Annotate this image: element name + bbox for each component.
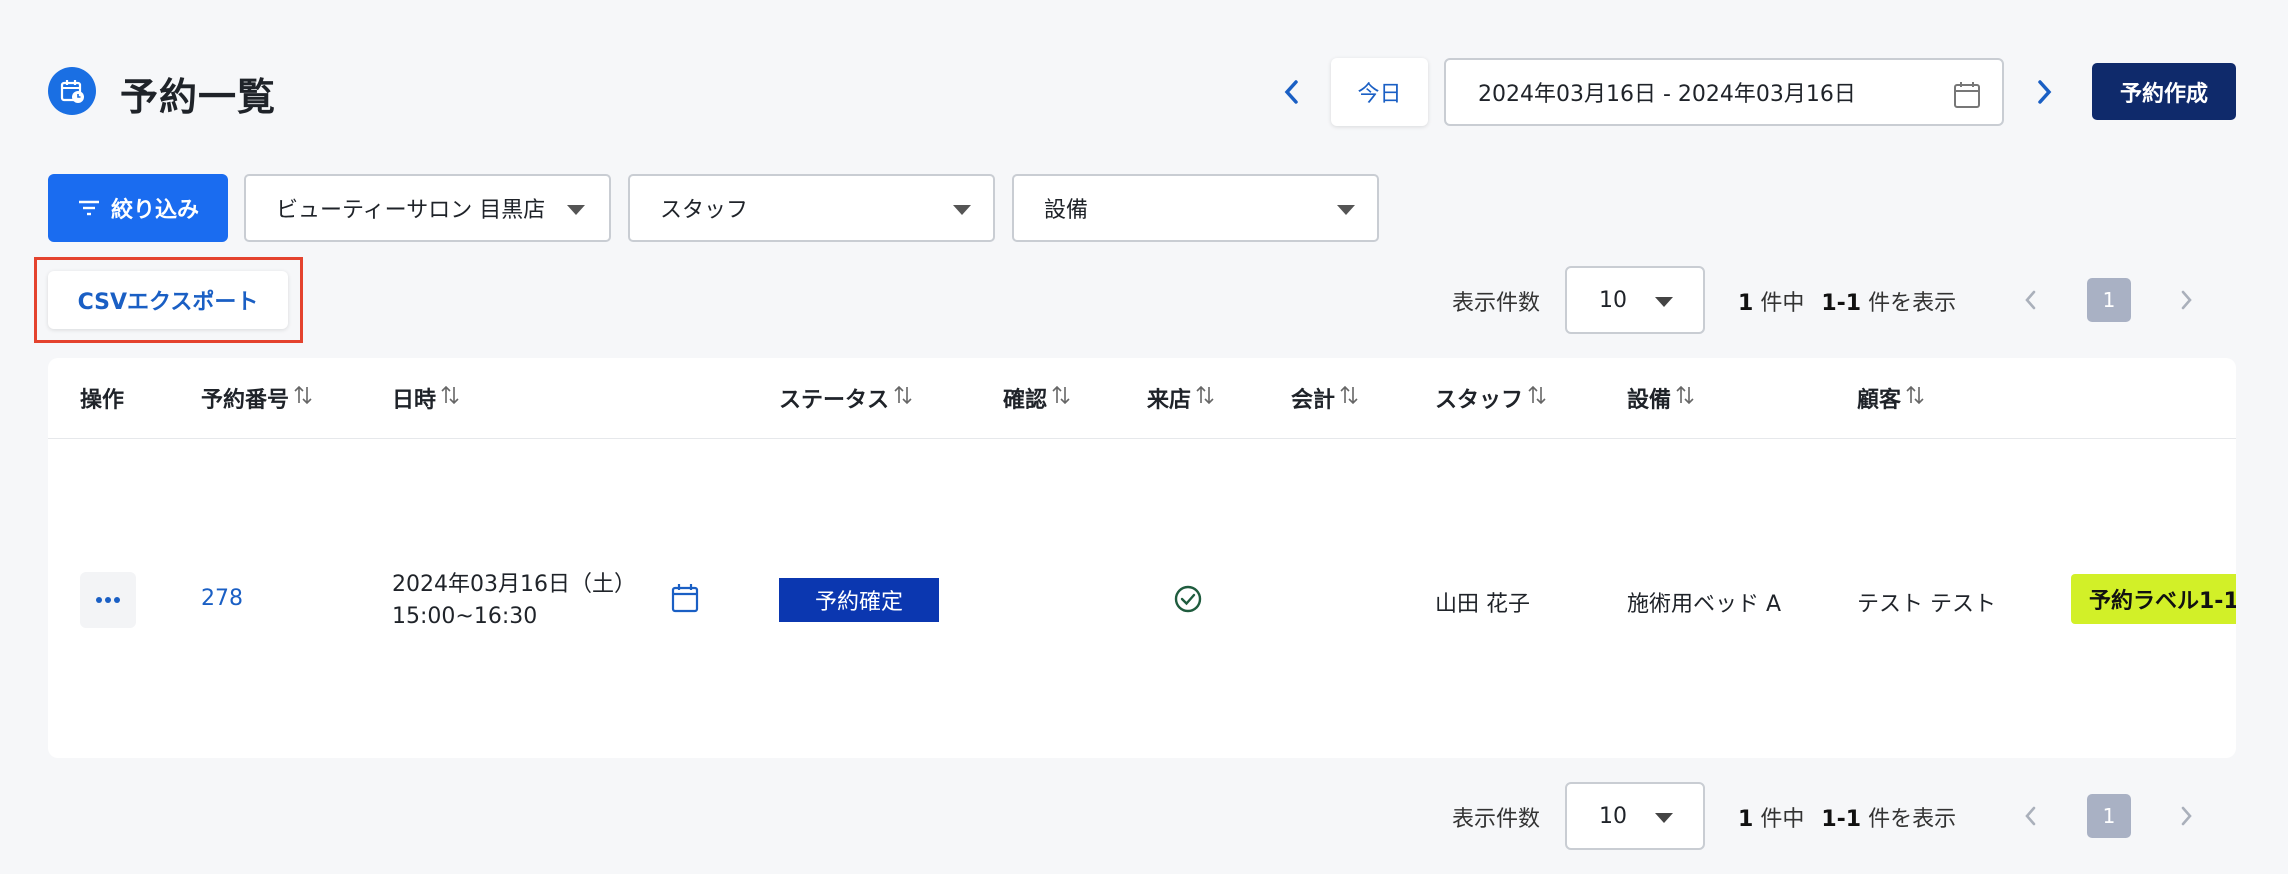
chevron-down-icon (953, 205, 971, 215)
chevron-right-icon (2181, 290, 2192, 310)
sort-icon[interactable] (440, 383, 460, 413)
equipment-select[interactable]: 設備 (1012, 174, 1379, 242)
result-count: 1 件中 1-1 件を表示 (1738, 801, 1956, 833)
staff-select-value: スタッフ (660, 198, 749, 223)
column-header-visit[interactable]: 来店 (1147, 382, 1215, 414)
result-total-suffix: 件中 (1760, 291, 1805, 316)
equipment-select-value: 設備 (1044, 198, 1089, 223)
result-total: 1 (1738, 807, 1754, 832)
chevron-down-icon (567, 205, 585, 215)
per-page-select[interactable]: 10 (1565, 782, 1705, 850)
column-header-status[interactable]: ステータス (779, 382, 913, 414)
staff-name: 山田 花子 (1435, 592, 1530, 617)
customer-name: テスト テスト (1857, 592, 1996, 617)
column-header-accounting[interactable]: 会計 (1291, 382, 1359, 414)
filter-icon (78, 200, 99, 216)
equipment-name: 施術用ベッド A (1627, 592, 1782, 617)
column-header-confirmation[interactable]: 確認 (1003, 382, 1071, 414)
prev-page-button[interactable] (2011, 796, 2051, 836)
chevron-left-icon (2025, 290, 2036, 310)
staff-select[interactable]: スタッフ (628, 174, 995, 242)
sort-icon[interactable] (1195, 383, 1215, 413)
reservation-label-badge: 予約ラベル1-1 (2071, 574, 2236, 624)
sort-icon[interactable] (1339, 383, 1359, 413)
column-header-staff[interactable]: スタッフ (1435, 382, 1547, 414)
status-badge: 予約確定 (779, 578, 939, 622)
sort-icon[interactable] (893, 383, 913, 413)
sort-icon[interactable] (1905, 383, 1925, 413)
result-range-suffix: 件を表示 (1868, 807, 1957, 832)
today-button[interactable]: 今日 (1331, 58, 1428, 126)
store-select[interactable]: ビューティーサロン 目黒店 (244, 174, 611, 242)
filter-button-label: 絞り込み (110, 198, 199, 223)
reservation-time: 15:00~16:30 (392, 604, 538, 629)
chevron-left-icon (2025, 806, 2036, 826)
column-header-equipment[interactable]: 設備 (1627, 382, 1695, 414)
reservation-number-link[interactable]: 278 (201, 586, 243, 611)
sort-icon[interactable] (1051, 383, 1071, 413)
per-page-value: 10 (1599, 287, 1627, 313)
chevron-left-icon (1284, 80, 1298, 104)
result-total-suffix: 件中 (1760, 807, 1805, 832)
reservation-table: 操作 予約番号 日時 ステータス 確認 来店 会計 スタッフ 設備 顧客 278… (48, 358, 2236, 758)
check-circle-icon (1173, 584, 1203, 618)
page-number[interactable]: 1 (2087, 794, 2131, 838)
per-page-select[interactable]: 10 (1565, 266, 1705, 334)
calendar-icon[interactable] (670, 582, 700, 618)
per-page-label: 表示件数 (1452, 291, 1541, 316)
column-header-customer[interactable]: 顧客 (1857, 382, 1925, 414)
next-page-button[interactable] (2166, 796, 2206, 836)
create-reservation-button[interactable]: 予約作成 (2092, 63, 2236, 120)
chevron-right-icon (2038, 80, 2052, 104)
chevron-down-icon (1655, 813, 1673, 823)
page-title: 予約一覧 (120, 75, 277, 119)
row-actions-button[interactable] (80, 572, 136, 628)
chevron-right-icon (2181, 806, 2192, 826)
page-number[interactable]: 1 (2087, 278, 2131, 322)
reservation-date: 2024年03月16日（土） (392, 572, 636, 597)
column-header-datetime[interactable]: 日時 (392, 382, 460, 414)
calendar-clock-icon (48, 67, 96, 115)
chevron-down-icon (1337, 205, 1355, 215)
chevron-down-icon (1655, 297, 1673, 307)
reservation-datetime: 2024年03月16日（土） 15:00~16:30 (392, 569, 636, 633)
sort-icon[interactable] (1527, 383, 1547, 413)
result-range-suffix: 件を表示 (1868, 291, 1957, 316)
per-page-value: 10 (1599, 803, 1627, 829)
date-range-input[interactable]: 2024年03月16日 - 2024年03月16日 (1444, 58, 2004, 126)
filter-button[interactable]: 絞り込み (48, 174, 228, 242)
sort-icon[interactable] (1675, 383, 1695, 413)
calendar-icon[interactable] (1952, 80, 1982, 110)
per-page-label: 表示件数 (1452, 807, 1541, 832)
date-range-value: 2024年03月16日 - 2024年03月16日 (1478, 82, 1856, 107)
table-header-divider (48, 438, 2236, 439)
sort-icon[interactable] (293, 383, 313, 413)
store-select-value: ビューティーサロン 目黒店 (276, 198, 546, 223)
next-date-button[interactable] (2024, 72, 2064, 112)
column-header-reservation-number[interactable]: 予約番号 (201, 382, 313, 414)
prev-page-button[interactable] (2011, 280, 2051, 320)
next-page-button[interactable] (2166, 280, 2206, 320)
more-horizontal-icon (96, 597, 120, 603)
result-range: 1-1 (1821, 291, 1862, 316)
result-range: 1-1 (1821, 807, 1862, 832)
result-total: 1 (1738, 291, 1754, 316)
prev-date-button[interactable] (1272, 72, 1312, 112)
csv-export-button[interactable]: CSVエクスポート (48, 271, 288, 329)
column-header-actions: 操作 (80, 388, 125, 413)
result-count: 1 件中 1-1 件を表示 (1738, 285, 1956, 317)
